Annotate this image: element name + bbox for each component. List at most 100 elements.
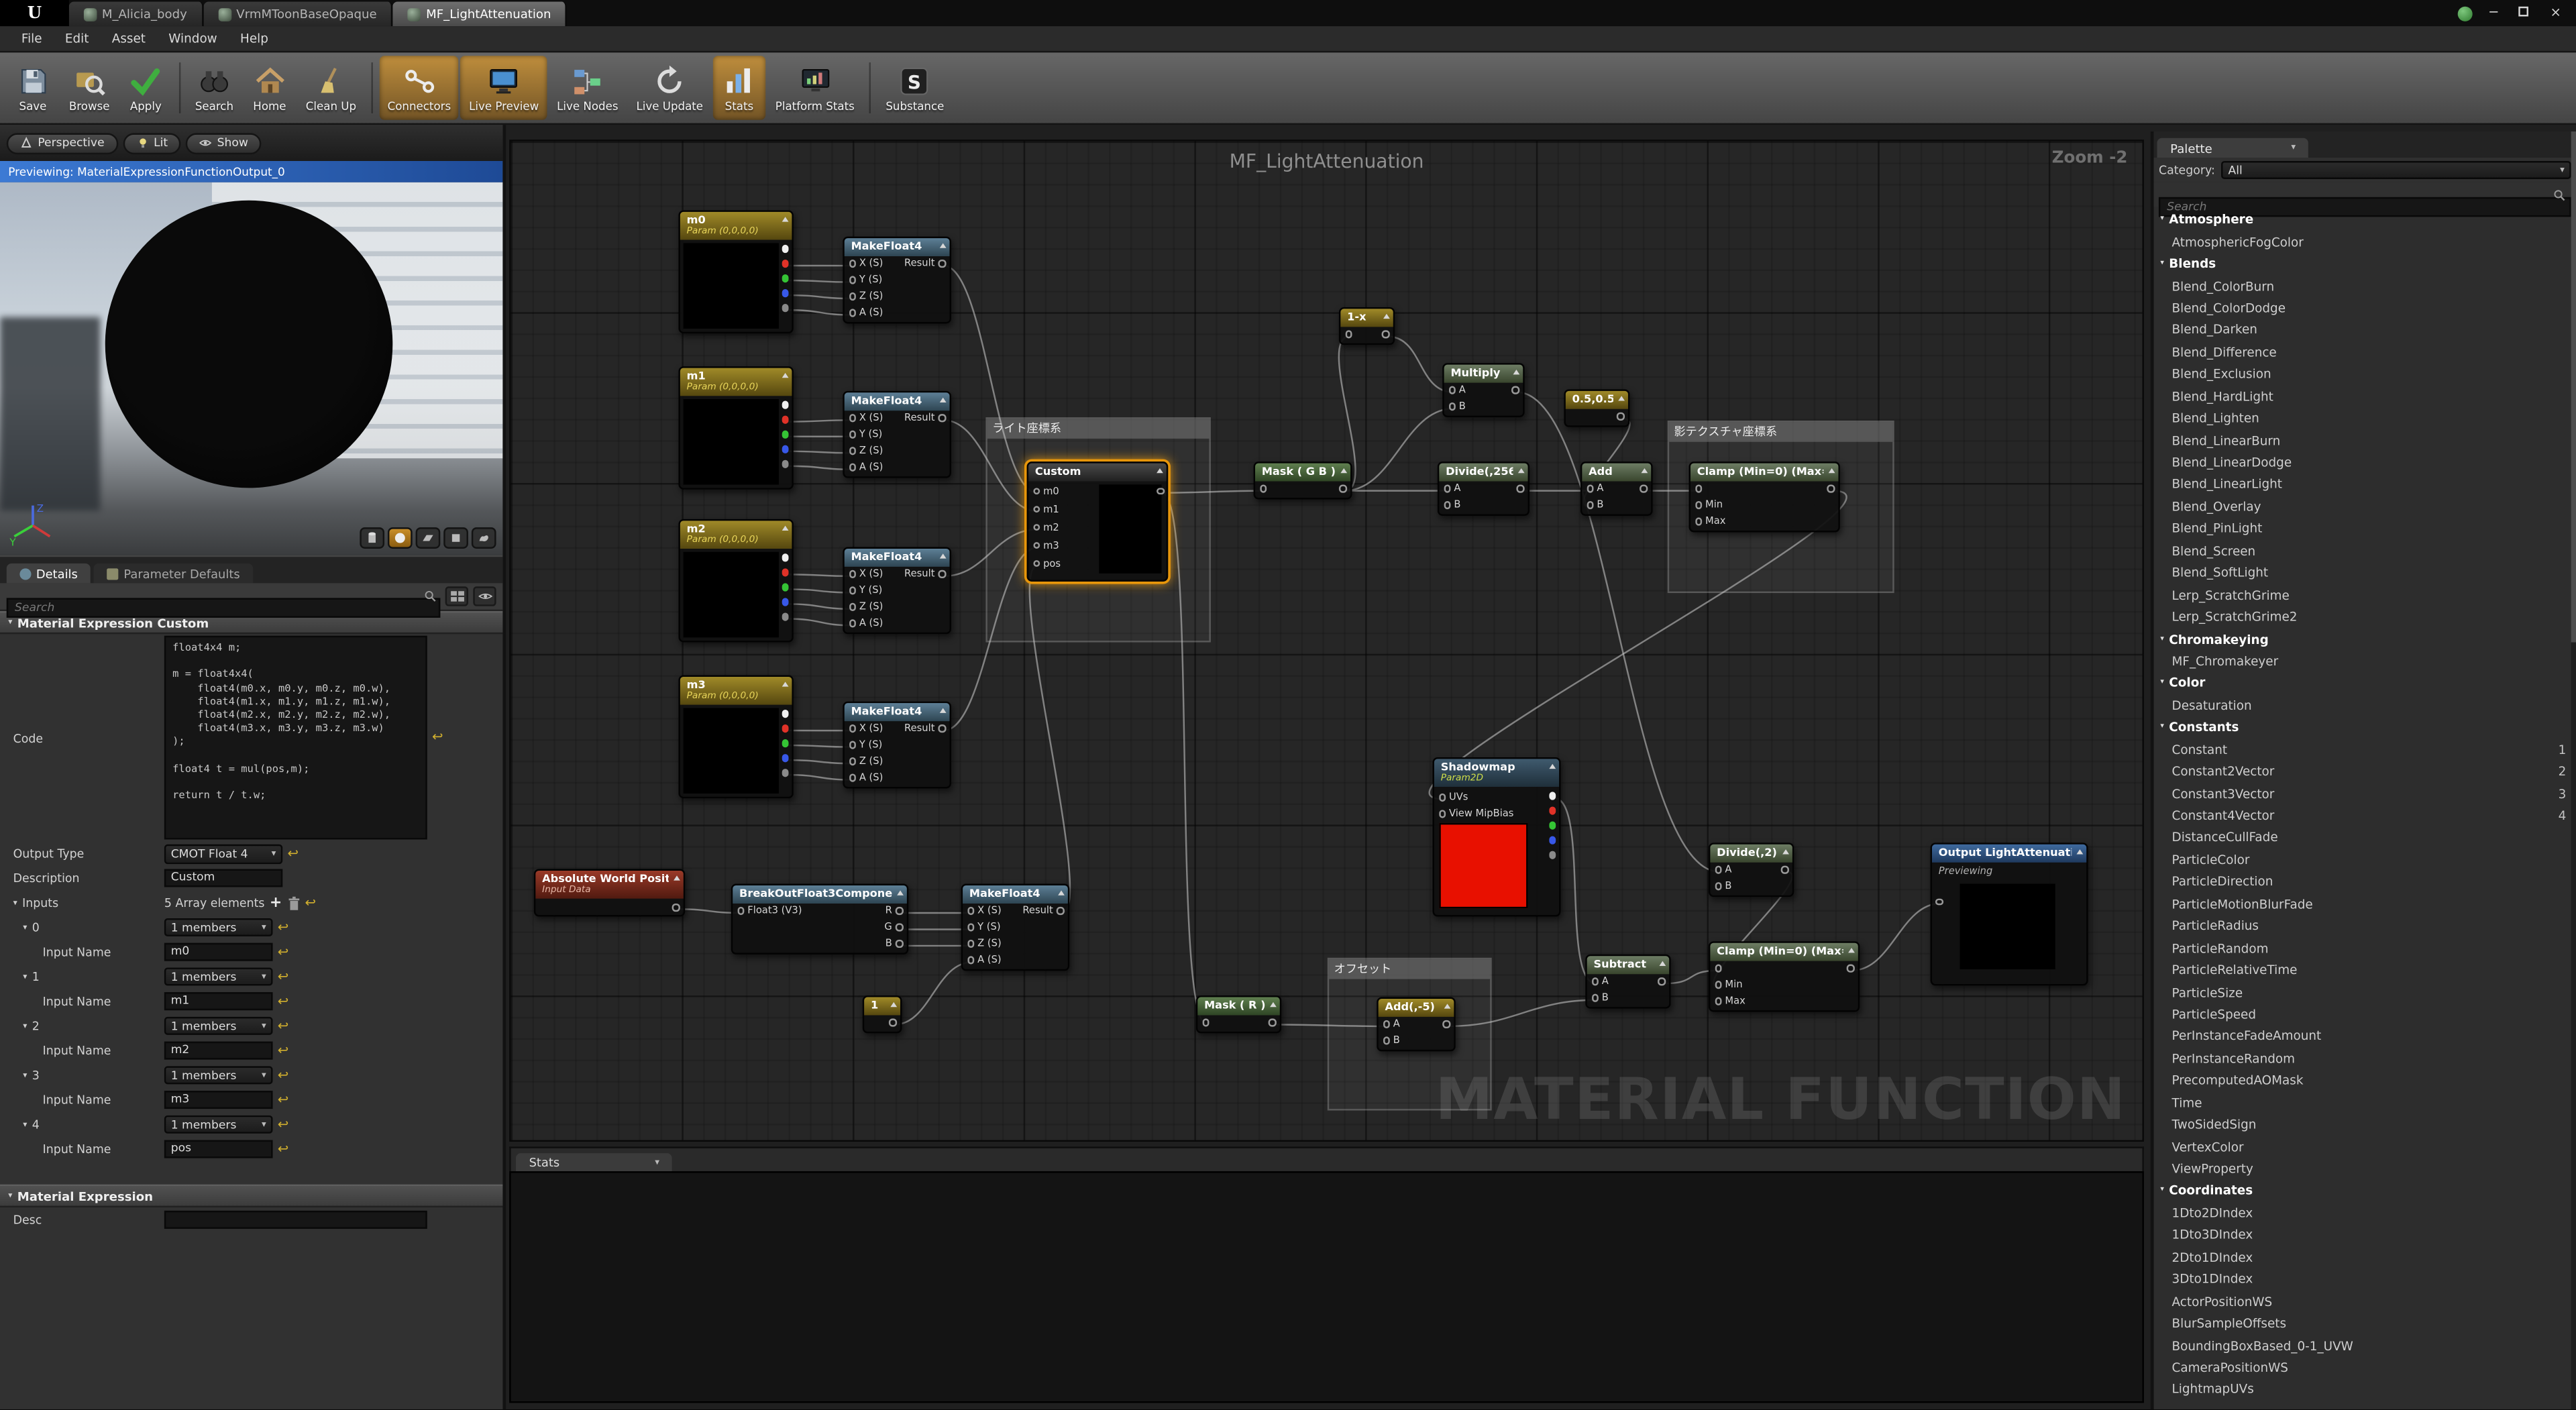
m2-param-pin-o0[interactable] bbox=[781, 554, 788, 561]
output-type-dropdown[interactable]: CMOT Float 4 ▾ bbox=[164, 844, 282, 863]
scrollbar-thumb[interactable] bbox=[2571, 131, 2576, 643]
perspective-button[interactable]: Perspective bbox=[7, 132, 117, 154]
m1-param-pin-o3[interactable] bbox=[781, 446, 788, 453]
shadowmap-pin-i0[interactable] bbox=[1438, 794, 1446, 801]
m1-param[interactable]: m1Param (0,0,0,0) bbox=[678, 366, 793, 490]
palette-item[interactable]: Blend_ColorBurn bbox=[2154, 275, 2576, 297]
palette-item[interactable]: Blend_Screen bbox=[2154, 540, 2576, 562]
palette-item[interactable]: Blend_Difference bbox=[2154, 341, 2576, 363]
m0-param-pin-o1[interactable] bbox=[781, 260, 788, 268]
preview-shape-cylinder-button[interactable] bbox=[360, 527, 384, 549]
palette-item[interactable]: PerInstanceFadeAmount bbox=[2154, 1026, 2576, 1048]
collapse-arrow-icon[interactable] bbox=[2076, 849, 2082, 854]
collapse-arrow-icon[interactable] bbox=[1640, 468, 1647, 473]
reset-to-default-icon[interactable]: ↩ bbox=[305, 896, 316, 910]
collapse-arrow-icon[interactable] bbox=[890, 1002, 896, 1007]
add-node[interactable]: AddAB bbox=[1580, 462, 1653, 515]
makefloat4-1-pin-i1[interactable] bbox=[849, 277, 856, 284]
apply-button[interactable]: Apply bbox=[119, 56, 172, 120]
expander-icon[interactable]: ▾ bbox=[13, 898, 17, 908]
output-light-attenuation-pin-i0[interactable] bbox=[1935, 898, 1943, 906]
absolute-world-position-pin-o0[interactable] bbox=[672, 904, 680, 911]
subtract-pin-i0[interactable] bbox=[1591, 978, 1599, 985]
clamp-1[interactable]: Clamp (Min=0) (Max=1)MinMax bbox=[1689, 462, 1840, 532]
add-node-pin-i1[interactable] bbox=[1586, 502, 1593, 509]
divide-2-pin-i1[interactable] bbox=[1715, 883, 1722, 890]
m0-param-pin-o4[interactable] bbox=[781, 305, 788, 312]
shadowmap-pin-o4[interactable] bbox=[1548, 852, 1556, 859]
input-name-field[interactable]: m3 bbox=[164, 1091, 273, 1109]
reset-to-default-icon[interactable]: ↩ bbox=[278, 1069, 288, 1082]
m0-param-pin-o2[interactable] bbox=[781, 275, 788, 282]
expander-icon[interactable]: ▾ bbox=[23, 1021, 27, 1031]
reset-to-default-icon[interactable]: ↩ bbox=[278, 921, 288, 934]
palette-item[interactable]: ParticleColor bbox=[2154, 849, 2576, 871]
divide-256[interactable]: Divide(,256)AB bbox=[1438, 462, 1529, 515]
makefloat4-2-pin-i0[interactable] bbox=[849, 415, 856, 422]
reset-to-default-icon[interactable]: ↩ bbox=[278, 970, 288, 983]
const-one-pin-o0[interactable] bbox=[889, 1020, 896, 1027]
shadowmap-pin-o2[interactable] bbox=[1548, 822, 1556, 830]
collapse-arrow-icon[interactable] bbox=[1517, 468, 1524, 473]
makefloat4-4-pin-i2[interactable] bbox=[849, 758, 856, 765]
palette-item[interactable]: ViewProperty bbox=[2154, 1158, 2576, 1180]
details-search-input[interactable] bbox=[7, 598, 441, 617]
live-nodes-button[interactable]: Live Nodes bbox=[549, 56, 627, 120]
expander-icon[interactable]: ▾ bbox=[23, 972, 27, 982]
makefloat4-4-pin-o0[interactable] bbox=[938, 725, 945, 733]
material-preview-viewport[interactable]: Z Y bbox=[0, 182, 502, 555]
search-button[interactable]: Search bbox=[187, 56, 242, 120]
makefloat4-5-pin-o0[interactable] bbox=[1057, 908, 1064, 915]
show-button[interactable]: Show bbox=[186, 132, 261, 154]
menu-edit[interactable]: Edit bbox=[54, 32, 101, 46]
code-field[interactable]: float4x4 m; m = float4x4( float4(m0.x, m… bbox=[164, 636, 427, 840]
palette-item[interactable]: DistanceCullFade bbox=[2154, 826, 2576, 849]
shadowmap-pin-i1[interactable] bbox=[1438, 810, 1446, 818]
palette-item[interactable]: Blend_Overlay bbox=[2154, 496, 2576, 518]
collapse-arrow-icon[interactable] bbox=[1548, 764, 1555, 769]
menu-window[interactable]: Window bbox=[157, 32, 229, 46]
tab-stats[interactable]: Stats ▾ bbox=[516, 1153, 673, 1171]
one-minus-x-pin-i0[interactable] bbox=[1344, 331, 1352, 338]
palette-item[interactable]: ParticleRandom bbox=[2154, 937, 2576, 959]
members-dropdown[interactable]: 1 members▾ bbox=[164, 918, 273, 936]
desc-field[interactable] bbox=[164, 1211, 427, 1229]
tab-details[interactable]: Details bbox=[7, 563, 91, 583]
makefloat4-1[interactable]: MakeFloat4X (S)ResultY (S)Z (S)A (S) bbox=[843, 237, 951, 323]
home-button[interactable]: Home bbox=[244, 56, 296, 120]
custom-node-pin-o0[interactable] bbox=[1157, 488, 1164, 495]
makefloat4-2-pin-i2[interactable] bbox=[849, 447, 856, 455]
multiply-pin-o0[interactable] bbox=[1511, 387, 1519, 394]
palette-item[interactable]: Blend_Lighten bbox=[2154, 407, 2576, 429]
makefloat4-2[interactable]: MakeFloat4X (S)ResultY (S)Z (S)A (S) bbox=[843, 391, 951, 478]
clamp-2-pin-i0[interactable] bbox=[1715, 965, 1722, 973]
custom-node-pin-i0[interactable] bbox=[1032, 488, 1040, 495]
menu-help[interactable]: Help bbox=[229, 32, 280, 46]
divide-2-pin-i0[interactable] bbox=[1715, 867, 1722, 874]
palette-item[interactable]: Desaturation bbox=[2154, 694, 2576, 716]
palette-item[interactable]: 1Dto3DIndex bbox=[2154, 1224, 2576, 1246]
multiply[interactable]: MultiplyAB bbox=[1442, 363, 1524, 417]
palette-item[interactable]: ParticleRelativeTime bbox=[2154, 959, 2576, 981]
members-dropdown[interactable]: 1 members▾ bbox=[164, 1017, 273, 1035]
makefloat4-4-pin-i0[interactable] bbox=[849, 725, 856, 733]
members-dropdown[interactable]: 1 members▾ bbox=[164, 967, 273, 985]
collapse-arrow-icon[interactable] bbox=[1156, 468, 1163, 473]
divide-256-pin-i0[interactable] bbox=[1443, 486, 1450, 493]
palette-item[interactable]: CameraPositionWS bbox=[2154, 1356, 2576, 1378]
makefloat4-5-pin-i3[interactable] bbox=[967, 957, 974, 964]
m0-param-pin-o3[interactable] bbox=[781, 290, 788, 297]
palette-item[interactable]: Lerp_ScratchGrime2 bbox=[2154, 606, 2576, 628]
const-half-half[interactable]: 0.5,0.5 bbox=[1564, 389, 1629, 427]
mask-gb-pin-o0[interactable] bbox=[1339, 486, 1346, 493]
palette-item[interactable]: VertexColor bbox=[2154, 1136, 2576, 1158]
palette-category[interactable]: ▾Color bbox=[2154, 672, 2576, 694]
makefloat4-4-pin-i3[interactable] bbox=[849, 775, 856, 782]
clamp-1-pin-i0[interactable] bbox=[1695, 486, 1702, 493]
input-name-field[interactable]: pos bbox=[164, 1140, 273, 1158]
palette-item[interactable]: Blend_LinearLight bbox=[2154, 474, 2576, 496]
palette-item[interactable]: Blend_PinLight bbox=[2154, 518, 2576, 540]
input-name-field[interactable]: m1 bbox=[164, 992, 273, 1010]
makefloat4-5-pin-i2[interactable] bbox=[967, 940, 974, 948]
clamp-1-pin-i2[interactable] bbox=[1695, 519, 1702, 526]
